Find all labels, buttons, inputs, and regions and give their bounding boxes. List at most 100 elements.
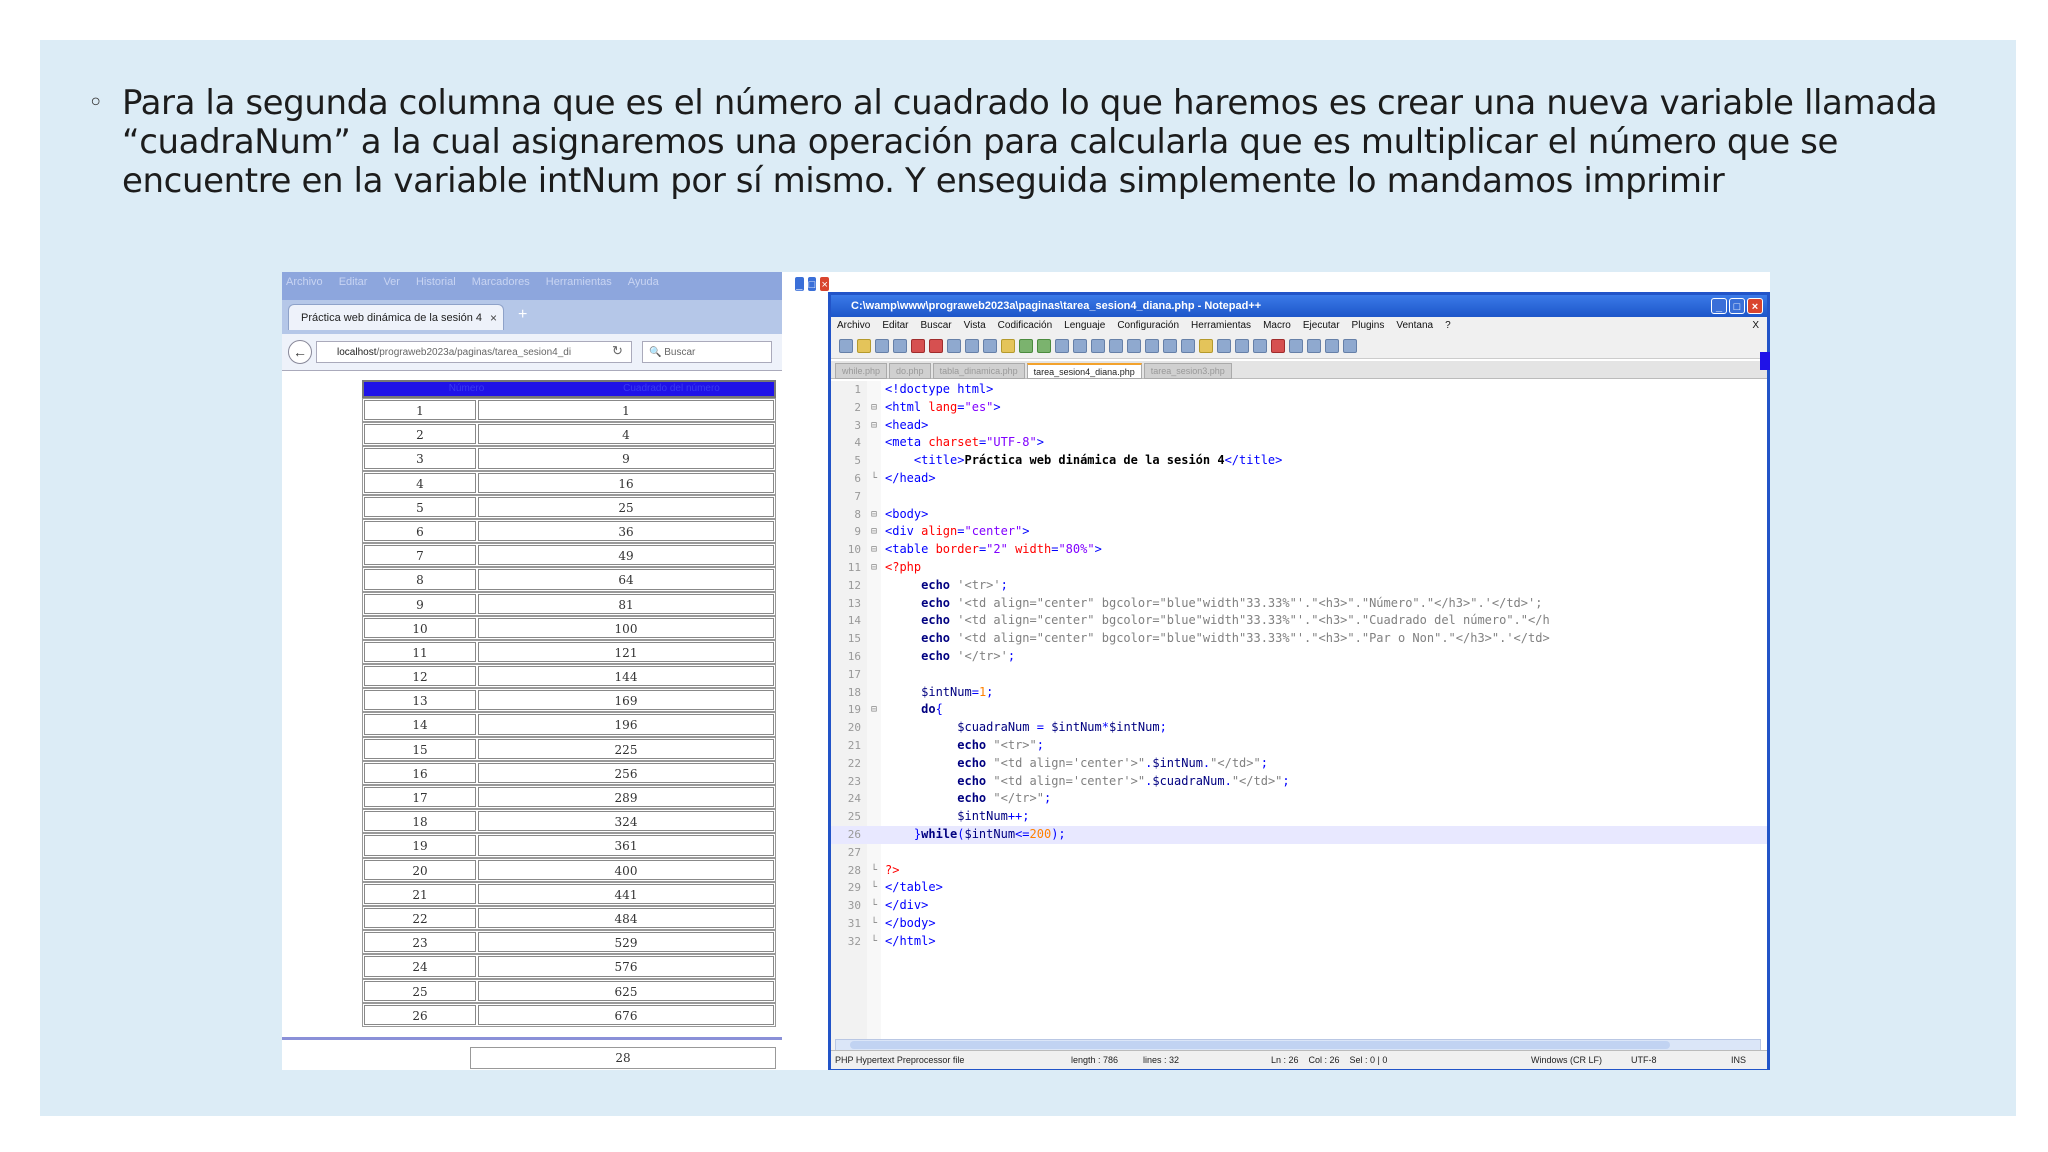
new-file-icon[interactable] (839, 339, 853, 353)
replace-icon[interactable] (1073, 339, 1087, 353)
file-tab[interactable]: while.php (835, 363, 888, 379)
save-all-icon[interactable] (893, 339, 907, 353)
paste-icon[interactable] (1001, 339, 1015, 353)
notepad-menu-item[interactable]: Macro (1263, 317, 1291, 335)
cell-number: 16 (364, 762, 476, 783)
wrap-icon[interactable] (1163, 339, 1177, 353)
run-macro-icon[interactable] (1325, 339, 1339, 353)
cell-square: 225 (478, 738, 774, 759)
notepad-menu-item[interactable]: Buscar (920, 317, 951, 335)
close-doc-icon[interactable]: X (1752, 317, 1759, 335)
code-line: 12 echo '<tr>'; (831, 577, 1767, 595)
table-header: Número Cuadrado del número (362, 380, 776, 398)
open-file-icon[interactable] (857, 339, 871, 353)
doc-map-icon[interactable] (1217, 339, 1231, 353)
play-macro-icon[interactable] (1307, 339, 1321, 353)
url-bar[interactable]: localhost/prograweb2023a/paginas/tarea_s… (316, 341, 632, 363)
fold-marker-icon[interactable]: ⊟ (869, 506, 879, 524)
show-all-icon[interactable] (1181, 339, 1195, 353)
firefox-menu-item[interactable]: Editar (339, 276, 368, 288)
notepad-menu-item[interactable]: Configuración (1117, 317, 1179, 335)
line-number: 6 (854, 471, 861, 485)
file-tab[interactable]: tarea_sesion4_diana.php (1026, 363, 1142, 379)
reload-icon[interactable]: ↻ (612, 343, 623, 359)
notepad-menu-item[interactable]: Ejecutar (1303, 317, 1340, 335)
cell-number: 9 (364, 593, 476, 614)
file-tab[interactable]: tarea_sesion3.php (1143, 363, 1232, 379)
maximize-icon[interactable]: □ (806, 276, 818, 292)
back-arrow-icon[interactable]: ← (288, 340, 312, 364)
save-macro-icon[interactable] (1343, 339, 1357, 353)
code-line: 6 └ </head> (831, 470, 1767, 488)
notepad-menu-item[interactable]: Vista (964, 317, 986, 335)
redo-icon[interactable] (1037, 339, 1051, 353)
print-icon[interactable] (947, 339, 961, 353)
firefox-menu-item[interactable]: Herramientas (546, 276, 612, 288)
close-icon[interactable]: × (819, 276, 831, 292)
folder-workspace-icon[interactable] (1253, 339, 1267, 353)
close-all-icon[interactable] (929, 339, 943, 353)
search-input[interactable]: 🔍 Buscar (642, 341, 772, 363)
line-text: echo '<td align="center" bgcolor="blue"w… (921, 631, 1550, 646)
fold-marker-icon[interactable]: ⊟ (869, 417, 879, 435)
cell-number: 5 (364, 496, 476, 517)
notepad-menu-item[interactable]: Archivo (837, 317, 870, 335)
minimize-icon[interactable]: _ (1711, 298, 1727, 314)
close-tab-icon[interactable]: × (490, 305, 497, 331)
notepad-menu-item[interactable]: Codificación (998, 317, 1052, 335)
notepad-menu-item[interactable]: Editar (882, 317, 908, 335)
fold-marker-icon[interactable]: ⊟ (869, 701, 879, 719)
table-row: 13 169 (362, 688, 776, 713)
firefox-menu-item[interactable]: Historial (416, 276, 456, 288)
cut-icon[interactable] (965, 339, 979, 353)
scroll-thumb[interactable] (850, 1041, 1670, 1049)
function-list-icon[interactable] (1235, 339, 1249, 353)
close-icon[interactable]: × (1747, 298, 1763, 314)
line-text: }while($intNum<=200); (885, 826, 1066, 841)
record-macro-icon[interactable] (1271, 339, 1285, 353)
find-icon[interactable] (1055, 339, 1069, 353)
line-number: 4 (854, 436, 861, 450)
indent-guide-icon[interactable] (1199, 339, 1213, 353)
close-file-icon[interactable] (911, 339, 925, 353)
fold-marker-icon[interactable]: ⊟ (869, 541, 879, 559)
line-number: 5 (854, 454, 861, 468)
notepad-menu-item[interactable]: Ventana (1396, 317, 1433, 335)
zoom-out-icon[interactable] (1109, 339, 1123, 353)
maximize-icon[interactable]: □ (1729, 298, 1745, 314)
fold-marker-icon[interactable]: ⊟ (869, 559, 879, 577)
notepad-menu-item[interactable]: Plugins (1352, 317, 1385, 335)
cell-square: 256 (478, 762, 774, 783)
copy-icon[interactable] (983, 339, 997, 353)
firefox-menu-item[interactable]: Marcadores (472, 276, 530, 288)
firefox-tab[interactable]: Práctica web dinámica de la sesión 4 × (288, 304, 504, 330)
stop-macro-icon[interactable] (1289, 339, 1303, 353)
line-text: echo '<td align="center" bgcolor="blue"w… (921, 613, 1550, 628)
sync-v-icon[interactable] (1127, 339, 1141, 353)
notepad-menu-item[interactable]: ? (1445, 317, 1451, 335)
save-icon[interactable] (875, 339, 889, 353)
notepad-menu-item[interactable]: Lenguaje (1064, 317, 1105, 335)
line-number: 27 (847, 845, 861, 859)
cell-square: 169 (478, 690, 774, 711)
file-tab[interactable]: do.php (889, 363, 931, 379)
file-tab[interactable]: tabla_dinamica.php (932, 363, 1025, 379)
line-text: echo "<td align='center'>".$intNum."</td… (957, 755, 1268, 770)
notepad-menu-item[interactable]: Herramientas (1191, 317, 1251, 335)
zoom-in-icon[interactable] (1091, 339, 1105, 353)
fold-marker-icon[interactable]: ⊟ (869, 399, 879, 417)
firefox-menu-item[interactable]: Ayuda (628, 276, 659, 288)
sync-h-icon[interactable] (1145, 339, 1159, 353)
firefox-menu-item[interactable]: Archivo (286, 276, 323, 288)
code-editor[interactable]: 1 <!doctype html> 2 ⊟ <html lang="es"> 3 ⊟ <hea… (831, 381, 1767, 1061)
cell-square: 676 (478, 1004, 774, 1025)
firefox-menu-item[interactable]: Ver (383, 276, 400, 288)
code-line: 17 (831, 666, 1767, 684)
cell-square: 64 (478, 569, 774, 590)
minimize-icon[interactable]: _ (794, 276, 805, 292)
fold-marker-icon[interactable]: ⊟ (869, 523, 879, 541)
url-path: /prograweb2023a/paginas/tarea_sesion4_di (376, 347, 572, 358)
undo-icon[interactable] (1019, 339, 1033, 353)
new-tab-button[interactable]: + (518, 306, 527, 324)
line-number: 23 (847, 774, 861, 788)
